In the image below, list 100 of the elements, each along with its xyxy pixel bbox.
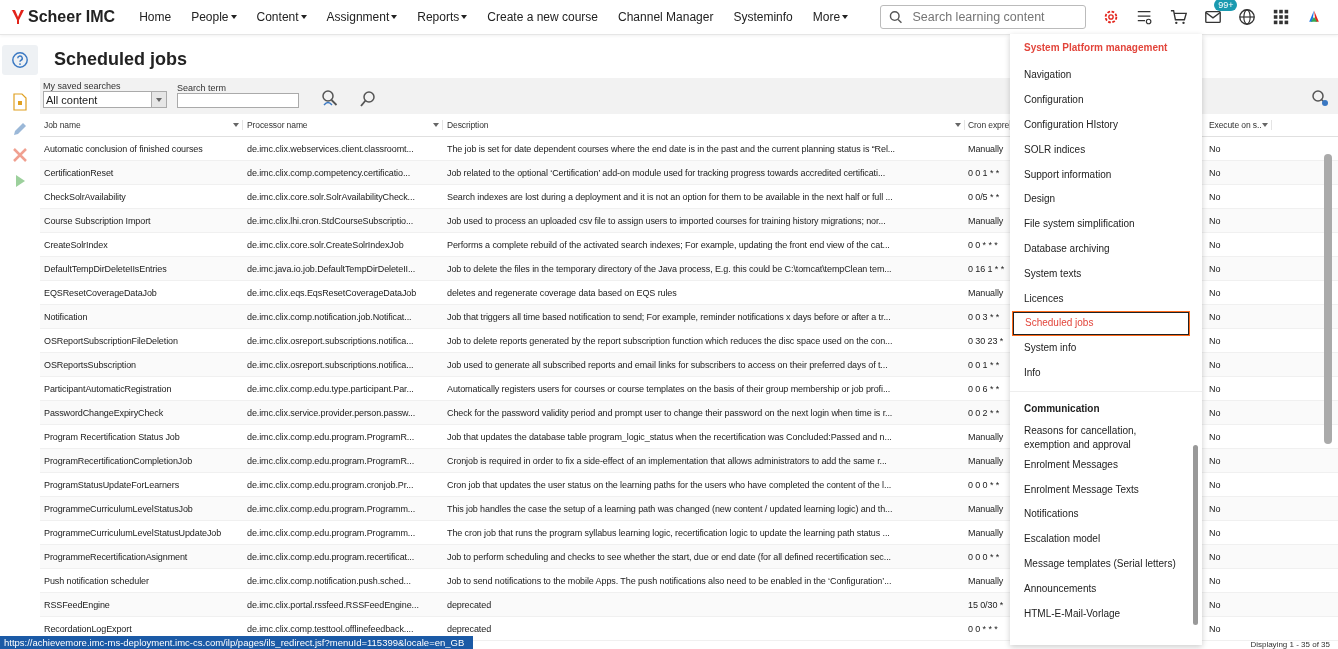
nav-menu-item[interactable]: More [802,10,859,24]
table-cell-text: de.imc.clix.comp.edu.program.Programm... [246,527,417,538]
table-cell-text: No [1208,191,1222,202]
search-box[interactable]: Search learning content [880,5,1087,29]
column-header[interactable]: Description [443,120,965,130]
menu-section-title: System Platform management [1023,41,1169,55]
table-cell-text: 0 0 1 * * [967,167,1001,178]
table-cell-text: 0 0 2 * * [967,407,1001,418]
column-header[interactable]: Processor name [243,120,443,130]
table-cell-text: deprecated [446,623,493,634]
menu-item[interactable]: Support information [1012,162,1190,187]
nav-menu-item[interactable]: Home [129,10,182,24]
table-cell-text: de.imc.clix.comp.competency.certificatio... [246,167,412,178]
sort-caret-icon [1262,123,1268,127]
nav-menu-item[interactable]: Content [246,10,317,24]
field-label: Search term [177,83,228,93]
table-cell-text: 0 30 23 * [967,335,1005,346]
menu-item[interactable]: Message templates (Serial letters) [1012,551,1190,577]
menu-item[interactable]: System info [1012,335,1190,361]
table-cell-text: de.imc.java.io.job.DefaultTempDirDeleteII... [246,263,417,274]
nav-menu-item[interactable]: Channel Manager [608,10,724,24]
saved-searches-dropdown[interactable]: All content [43,91,167,108]
brand-name: Scheer IMC [28,8,116,26]
table-cell-text: de.imc.clix.osreport.subscriptions.notifica... [246,359,415,370]
table-cell-text: Program Recertification Status Job [43,431,181,442]
mail-icon[interactable] [1204,8,1223,26]
nav-menu-item[interactable]: People [181,10,247,24]
help-button[interactable] [2,45,38,75]
menu-item[interactable]: Database archiving [1012,236,1190,262]
table-cell-text: 0 16 1 * * [967,263,1006,274]
caret-icon [842,15,849,19]
menu-item[interactable]: Notifications [1012,501,1190,527]
table-cell-text: de.imc.clix.comp.edu.type.participant.Par... [246,383,415,394]
nav-menu-item[interactable]: Systeminfo [723,10,803,24]
field-label: My saved searches [43,81,122,91]
menu-item[interactable]: Enrolment Message Texts [1012,477,1190,502]
menu-item[interactable]: Reasons for cancellation, exemption and approval [1012,424,1190,453]
table-cell-text: No [1208,143,1222,154]
table-cell-text: de.imc.clix.comp.edu.program.Programm... [246,503,417,514]
table-cell-text: Job to delete the files in the temporary directory of the Java process, E.g. this could be C:\tomcat\tempClean tem... [446,263,893,274]
table-cell-text: Check for the password validity period and prompt user to change their password on the next login when time is r... [446,407,894,418]
sort-caret-icon [433,123,439,127]
table-cell-text: Manually [967,455,1005,466]
table-cell-text: Search indexes are lost during a deployment and it is not an option for them to be available in the next half or full ... [446,191,894,202]
table-cell-text: No [1208,167,1222,178]
table-cell-text: de.imc.clix.core.solr.SolrAvailabilityCheck... [246,191,416,202]
menu-item[interactable]: Configuration HIstory [1012,112,1190,138]
menu-item[interactable]: Scheduled jobs [1012,310,1190,336]
cart-icon[interactable] [1170,8,1189,26]
table-cell-text: de.imc.clix.lhi.cron.StdCourseSubscriptio... [246,215,415,226]
menu-item[interactable]: Licences [1012,286,1190,311]
menu-item[interactable]: Enrolment Messages [1012,452,1190,478]
apps-grid-icon[interactable] [1272,8,1291,26]
table-cell-text: CreateSolrIndex [43,239,109,250]
menu-item[interactable]: Escalation model [1012,526,1190,552]
table-cell-text: de.imc.clix.comp.edu.program.cronjob.Pr... [246,479,415,490]
table-cell-text: Manually [967,431,1005,442]
search-term-field[interactable] [177,93,299,108]
menu-item[interactable]: Announcements [1012,576,1190,602]
menu-item[interactable]: Info [1012,360,1190,386]
table-cell-text: de.imc.clix.comp.testtool.offlinefeedback.... [246,623,415,634]
menu-item[interactable]: SOLR indices [1012,137,1190,163]
column-header[interactable]: Execute on s.. [1205,120,1272,130]
table-cell-text: No [1208,431,1222,442]
table-cell-text: No [1208,287,1222,298]
table-cell-text: No [1208,599,1222,610]
user-search-icon[interactable] [319,88,339,108]
menu-item[interactable]: File system simplification [1012,211,1190,237]
caret-icon [300,15,307,19]
brand-logo[interactable]: Scheer IMC [12,8,116,26]
menu-section-title: Communication [1023,402,1101,417]
table-cell-text: de.imc.clix.core.solr.CreateSolrIndexJob [246,239,405,250]
table-cell-text: ProgramRecertificationCompletionJob [43,455,194,466]
table-cell-text: Performs a complete rebuild of the activated search indexes; For example, updating the front end view of the cat... [446,239,891,250]
nav-menu-item[interactable]: Create a new course [477,10,609,24]
column-header[interactable]: Job name [40,120,243,130]
table-cell-text: Automatic conclusion of finished courses [43,143,204,154]
table-cell-text: 0 0/5 * * [967,191,1001,202]
table-cell-text: No [1208,551,1222,562]
menu-item[interactable]: HTML-E-Mail-Vorlage [1012,601,1190,626]
table-cell-text: Manually [967,215,1005,226]
sort-caret-icon [233,123,239,127]
menu-item[interactable]: Navigation [1012,63,1190,88]
menu-item[interactable]: Design [1012,187,1190,212]
caret-icon [391,15,398,19]
table-cell-text: 0 0 0 * * [967,479,1001,490]
globe-icon[interactable] [1238,8,1257,26]
search-icon[interactable] [359,90,377,108]
table-cell-text: OSReportSubscriptionFileDeletion [43,335,179,346]
nav-menu-item[interactable]: Assignment [316,10,408,24]
nav-menu-item[interactable]: Reports [407,10,478,24]
menu-item[interactable]: Configuration [1012,87,1190,113]
search-settings-icon[interactable] [1310,88,1330,108]
table-cell-text: 15 0/30 * [967,599,1005,610]
table-cell-text: This job handles the case the setup of a learning path was changed (new content / updated learning logic) and th... [446,503,894,514]
table-cell-text: PasswordChangeExpiryCheck [43,407,165,418]
table-cell-text: No [1208,527,1222,538]
status-url: https://achievemore.imc-ms-deployment.imc-cs.com/ilp/pages/ils_redirect.jsf?menuId=115399&locale=en_GB [0,636,473,649]
menu-item[interactable]: System texts [1012,261,1190,287]
caret-icon [461,15,468,19]
